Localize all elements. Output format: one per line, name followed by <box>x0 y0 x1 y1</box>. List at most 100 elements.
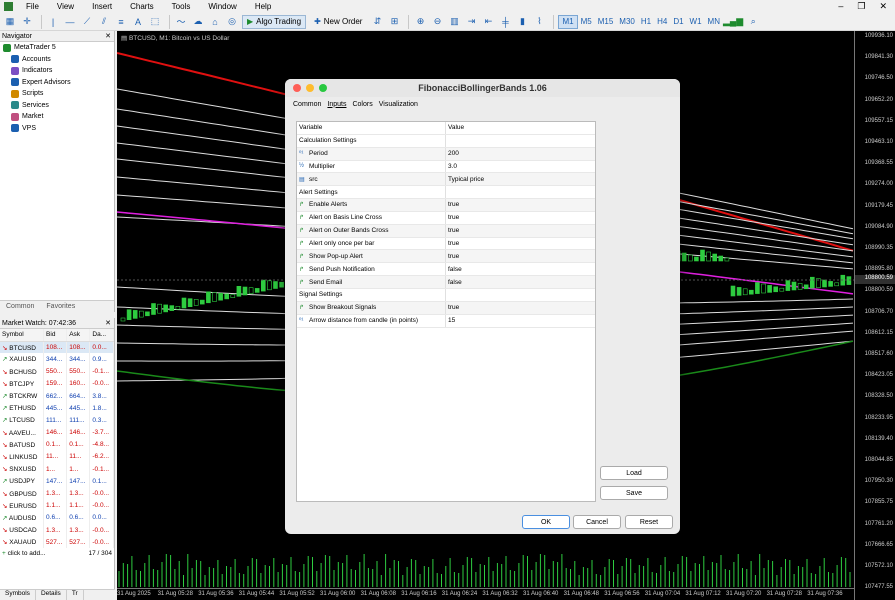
market-watch-row[interactable]: ↘ SNXUSD 1... 1... -0.1... <box>0 463 114 476</box>
menu-insert[interactable]: Insert <box>92 2 112 11</box>
channel-icon[interactable]: ⫽ <box>97 15 111 29</box>
time-axis[interactable]: 31 Aug 2025 31 Aug 05:28 31 Aug 05:36 31 Au… <box>117 588 854 600</box>
market-watch-row[interactable]: ↘ AAVEU... 146... 146... -3.7... <box>0 426 114 439</box>
menu-window[interactable]: Window <box>208 2 236 11</box>
market-watch-row[interactable]: ↘ EURUSD 1.1... 1.1... -0.0... <box>0 499 114 512</box>
input-row[interactable]: ⁰¹ Arrow distance from candle (in points)… <box>297 314 595 328</box>
tab-colors[interactable]: Colors <box>352 101 372 108</box>
tab-trading[interactable]: Tr <box>67 590 84 600</box>
market-watch-row[interactable]: ↗ XAUUSD 344... 344... 0.9... <box>0 353 114 366</box>
input-value[interactable]: true <box>446 227 459 234</box>
column-header-bid[interactable]: Bid <box>43 329 68 342</box>
menu-tools[interactable]: Tools <box>172 2 191 11</box>
input-value[interactable]: false <box>446 266 462 273</box>
navigator-item[interactable]: VPS <box>0 123 114 135</box>
new-chart-icon[interactable]: ▦ <box>3 15 17 29</box>
signal-strength-icon[interactable]: ▂▄▆ <box>723 15 743 29</box>
input-row[interactable]: ↱ Alert on Outer Bands Cross true <box>297 224 595 238</box>
column-header-ask[interactable]: Ask <box>66 329 91 342</box>
maximize-window-icon[interactable] <box>319 84 327 92</box>
zoom-in-icon[interactable]: ⊕ <box>413 15 427 29</box>
navigator-item[interactable]: MetaTrader 5 <box>0 42 114 54</box>
restore-icon[interactable]: ❐ <box>857 1 865 12</box>
depth-of-market-icon[interactable]: ⊞ <box>387 15 401 29</box>
tab-common[interactable]: Common <box>293 101 321 108</box>
input-value[interactable]: 200 <box>446 150 459 157</box>
chart-menu-icon[interactable]: ▤ <box>121 35 129 42</box>
load-button[interactable]: Load <box>600 466 668 480</box>
market-watch-row[interactable]: ↘ BATUSD 0.1... 0.1... -4.8... <box>0 438 114 451</box>
bar-chart-icon[interactable]: ╪ <box>498 15 512 29</box>
column-header-daily-change[interactable]: Da... <box>89 329 114 342</box>
input-row[interactable]: ↱ Send Push Notification false <box>297 263 595 277</box>
input-row[interactable]: ↱ Show Pop-up Alert true <box>297 250 595 264</box>
tab-visualization[interactable]: Visualization <box>379 101 418 108</box>
market-watch-row[interactable]: ↘ XAUAUD 527... 527... -0.0... <box>0 536 114 549</box>
menu-file[interactable]: File <box>26 2 39 11</box>
line-chart-icon[interactable]: ⌇ <box>532 15 546 29</box>
crosshair-icon[interactable]: ✛ <box>20 15 34 29</box>
minimize-window-icon[interactable] <box>306 84 314 92</box>
cancel-button[interactable]: Cancel <box>573 515 621 529</box>
market-watch-row[interactable]: ↘ LINKUSD 11... 11... -6.2... <box>0 450 114 464</box>
input-value[interactable]: Typical price <box>446 176 484 183</box>
input-row[interactable]: ↱ Alert only once per bar true <box>297 237 595 251</box>
market-watch-row[interactable]: ↗ ETHUSD 445... 445... 1.8... <box>0 402 114 415</box>
market-watch-row[interactable]: ↗ USDJPY 147... 147... 0.1... <box>0 475 114 488</box>
market-watch-row[interactable]: ↘ BTCJPY 159... 160... -0.0... <box>0 377 114 390</box>
input-value[interactable]: true <box>446 304 459 311</box>
price-axis[interactable]: 109936.10 109841.30 109746.50 109652.20 1095… <box>854 31 895 600</box>
close-icon[interactable]: ✕ <box>879 1 887 12</box>
market-watch-row[interactable]: ↘ BTCUSD 108... 108... 0.0... <box>0 341 114 354</box>
minimize-icon[interactable]: – <box>838 1 843 12</box>
candlestick-icon[interactable]: ▮ <box>515 15 529 29</box>
close-icon[interactable]: ✕ <box>105 319 111 327</box>
timeframe-m1[interactable]: M1 <box>558 14 578 29</box>
fibonacci-icon[interactable]: ≡ <box>114 15 128 29</box>
input-row[interactable]: ▤ src Typical price <box>297 173 595 187</box>
timeframe-h1[interactable]: H1 <box>638 15 654 29</box>
timeframe-m30[interactable]: M30 <box>616 15 638 29</box>
autoscroll-icon[interactable]: ⇥ <box>464 15 478 29</box>
search-icon[interactable]: ⌕ <box>746 15 760 29</box>
navigator-item[interactable]: Accounts <box>0 54 114 66</box>
input-row[interactable]: ½ Multiplier 3.0 <box>297 160 595 174</box>
navigator-item[interactable]: Market <box>0 111 114 123</box>
trade-history-icon[interactable]: ⇵ <box>370 15 384 29</box>
menu-view[interactable]: View <box>57 2 74 11</box>
input-value[interactable]: true <box>446 201 459 208</box>
market-watch-row[interactable]: ↗ LTCUSD 111... 111... 0.3... <box>0 414 114 427</box>
input-row[interactable]: ↱ Alert on Basis Line Cross true <box>297 211 595 225</box>
input-value[interactable]: 3.0 <box>446 163 457 170</box>
market-watch-row[interactable]: ↗ BTCKRW 662... 664... 3.8... <box>0 389 114 403</box>
timeframe-d1[interactable]: D1 <box>670 15 686 29</box>
timeframe-mn[interactable]: MN <box>705 15 723 29</box>
navigator-item[interactable]: Scripts <box>0 88 114 100</box>
timeframe-m5[interactable]: M5 <box>578 15 595 29</box>
ok-button[interactable]: OK <box>522 515 570 529</box>
input-value[interactable]: true <box>446 214 459 221</box>
shapes-icon[interactable]: ⬚ <box>148 15 162 29</box>
input-value[interactable]: true <box>446 240 459 247</box>
tab-favorites[interactable]: Favorites <box>40 303 81 310</box>
column-header-symbol[interactable]: Symbol <box>0 329 45 342</box>
input-value[interactable]: false <box>446 279 462 286</box>
tab-symbols[interactable]: Symbols <box>0 590 36 600</box>
menu-charts[interactable]: Charts <box>130 2 154 11</box>
market-watch-row[interactable]: ↘ GBPUSD 1.3... 1.3... -0.0... <box>0 487 114 500</box>
timeframe-m15[interactable]: M15 <box>595 15 617 29</box>
vertical-line-icon[interactable]: | <box>46 15 60 29</box>
trendline-icon[interactable]: ⟋ <box>80 15 94 29</box>
timeframe-h4[interactable]: H4 <box>654 15 670 29</box>
cloud-icon[interactable]: ☁ <box>191 15 205 29</box>
timeframe-w1[interactable]: W1 <box>687 15 705 29</box>
close-icon[interactable]: ✕ <box>105 32 111 40</box>
navigator-item[interactable]: Services <box>0 100 114 112</box>
navigator-item[interactable]: Expert Advisors <box>0 77 114 89</box>
input-row[interactable]: ↱ Show Breakout Signals true <box>297 301 595 315</box>
chart-shift-icon[interactable]: ⇤ <box>481 15 495 29</box>
market-watch-row[interactable]: ↗ AUDUSD 0.6... 0.6... 0.0... <box>0 511 114 524</box>
market-icon[interactable]: ⌂ <box>208 15 222 29</box>
vps-icon[interactable]: ◎ <box>225 15 239 29</box>
save-button[interactable]: Save <box>600 486 668 500</box>
